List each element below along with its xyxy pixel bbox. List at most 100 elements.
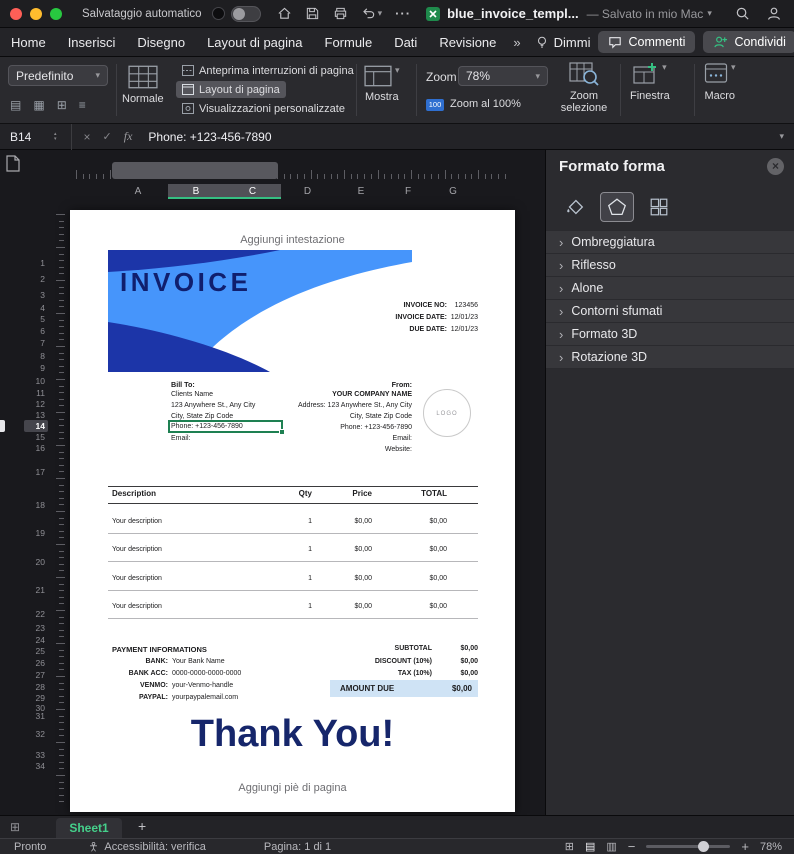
invoice-title[interactable]: INVOICE xyxy=(120,267,251,298)
invoice-meta-label[interactable]: DUE DATE: xyxy=(409,326,447,333)
item-description[interactable]: Your description xyxy=(112,546,162,553)
show-button[interactable]: ▾ Mostra xyxy=(364,65,400,103)
ribbon-tab-revisione[interactable]: Revisione xyxy=(428,28,507,57)
bill-to-line[interactable]: Clients Name xyxy=(171,391,213,398)
row-header-12[interactable]: 12 xyxy=(24,399,48,410)
row-header-24[interactable]: 24 xyxy=(24,634,48,646)
row-header-5[interactable]: 5 xyxy=(24,314,48,325)
cell-selection-border[interactable] xyxy=(168,420,283,433)
home-icon[interactable] xyxy=(277,6,292,21)
item-description[interactable]: Your description xyxy=(112,603,162,610)
total-label[interactable]: SUBTOTAL xyxy=(395,645,432,652)
row-header-11[interactable]: 11 xyxy=(24,388,48,399)
payment-label[interactable]: BANK: xyxy=(112,658,168,665)
cancel-entry-icon[interactable]: × xyxy=(84,130,91,144)
invoice-meta-value[interactable]: 12/01/23 xyxy=(451,314,478,321)
zoom-slider[interactable] xyxy=(646,845,730,848)
zoom-out-button[interactable]: − xyxy=(628,839,636,854)
from-line[interactable]: Website: xyxy=(385,446,412,453)
row-header-2[interactable]: 2 xyxy=(24,271,48,288)
custom-views-button[interactable]: Visualizzazioni personalizzate xyxy=(176,100,351,117)
ribbon-tab-dati[interactable]: Dati xyxy=(383,28,428,57)
view-normal-icon[interactable]: ⊞ xyxy=(565,840,574,853)
invoice-page[interactable]: Aggiungi intestazione INVOICE Bill To: P… xyxy=(70,210,515,812)
column-header-f[interactable]: F xyxy=(388,184,428,199)
panel-section-formato-3d[interactable]: ›Formato 3D xyxy=(546,323,794,346)
from-label[interactable]: From: xyxy=(392,380,412,389)
ribbon-tab-disegno[interactable]: Disegno xyxy=(126,28,196,57)
document-title[interactable]: blue_invoice_templ... xyxy=(447,6,579,21)
zoom-100-label[interactable]: Zoom al 100% xyxy=(450,98,521,110)
payment-label[interactable]: VENMO: xyxy=(112,682,168,689)
invoice-meta-value[interactable]: 12/01/23 xyxy=(451,326,478,333)
status-zoom-value[interactable]: 78% xyxy=(760,841,782,853)
ribbon-tab-layout-di-pagina[interactable]: Layout di pagina xyxy=(196,28,313,57)
item-total[interactable]: $0,00 xyxy=(429,603,447,610)
panel-section-rotazione-3d[interactable]: ›Rotazione 3D xyxy=(546,346,794,369)
panel-section-ombreggiatura[interactable]: ›Ombreggiatura xyxy=(546,231,794,254)
comments-button[interactable]: Commenti xyxy=(598,31,695,53)
payment-value[interactable]: 0000-0000-0000-0000 xyxy=(172,670,241,677)
row-header-8[interactable]: 8 xyxy=(24,350,48,362)
item-qty[interactable]: 1 xyxy=(308,575,312,582)
fullscreen-window-button[interactable] xyxy=(50,8,62,20)
row-header-33[interactable]: 33 xyxy=(24,749,48,761)
from-line[interactable]: Email: xyxy=(393,435,412,442)
bill-to-email[interactable]: Email: xyxy=(171,435,190,442)
item-qty[interactable]: 1 xyxy=(308,546,312,553)
table-header-qty[interactable]: Qty xyxy=(299,489,312,498)
total-value[interactable]: $0,00 xyxy=(460,645,478,652)
bill-to-line[interactable]: City, State Zip Code xyxy=(171,413,233,420)
search-icon[interactable] xyxy=(735,6,750,21)
total-label[interactable]: DISCOUNT (10%) xyxy=(375,658,432,665)
footer-placeholder[interactable]: Aggiungi piè di pagina xyxy=(70,782,515,794)
row-header-27[interactable]: 27 xyxy=(24,669,48,681)
column-header-g[interactable]: G xyxy=(428,184,478,199)
item-total[interactable]: $0,00 xyxy=(429,518,447,525)
confirm-entry-icon[interactable]: ✓ xyxy=(103,130,112,143)
add-sheet-button[interactable]: + xyxy=(138,818,146,834)
preset-views-dropdown[interactable]: Predefinito▾ xyxy=(8,65,108,86)
item-description[interactable]: Your description xyxy=(112,518,162,525)
minimize-window-button[interactable] xyxy=(30,8,42,20)
ribbon-tab-overflow-chevron[interactable]: » xyxy=(507,35,526,50)
normal-view-button[interactable]: Normale xyxy=(122,65,164,105)
save-icon[interactable] xyxy=(305,6,320,21)
invoice-meta-label[interactable]: INVOICE NO: xyxy=(403,302,447,309)
row-header-26[interactable]: 26 xyxy=(24,657,48,669)
formula-bar-content[interactable]: Phone: +123-456-7890 xyxy=(148,130,271,144)
row-header-4[interactable]: 4 xyxy=(24,302,48,314)
total-value[interactable]: $0,00 xyxy=(460,670,478,677)
row-header-17[interactable]: 17 xyxy=(24,453,48,491)
status-accessibility[interactable]: Accessibilità: verifica xyxy=(104,841,205,853)
amount-due-row[interactable]: AMOUNT DUE $0,00 xyxy=(330,680,478,697)
item-description[interactable]: Your description xyxy=(112,575,162,582)
formula-bar-expand-icon[interactable]: ▾ xyxy=(779,131,784,142)
row-header-7[interactable]: 7 xyxy=(24,337,48,350)
row-header-19[interactable]: 19 xyxy=(24,519,48,548)
page-break-preview-button[interactable]: Anteprima interruzioni di pagina xyxy=(176,62,360,79)
row-header-23[interactable]: 23 xyxy=(24,623,48,634)
from-line[interactable]: Phone: +123-456-7890 xyxy=(340,424,412,431)
row-header-16[interactable]: 16 xyxy=(24,443,48,453)
view-page-break-icon[interactable]: ▥ xyxy=(606,840,616,853)
grid-view-icon[interactable]: ⊞ xyxy=(57,99,67,111)
row-header-10[interactable]: 10 xyxy=(24,375,48,388)
panel-tab-size-properties[interactable] xyxy=(642,192,676,222)
zoom-to-selection-button[interactable]: Zoom selezione xyxy=(556,62,612,114)
from-company[interactable]: YOUR COMPANY NAME xyxy=(332,391,412,398)
macro-button[interactable]: ▾ Macro xyxy=(704,62,736,102)
payment-informations-title[interactable]: PAYMENT INFORMATIONS xyxy=(112,645,207,654)
row-header-1[interactable]: 1 xyxy=(24,255,48,271)
payment-value[interactable]: yourpaypalemail.com xyxy=(172,694,238,701)
table-header-description[interactable]: Description xyxy=(112,489,156,498)
column-header-d[interactable]: D xyxy=(281,184,334,199)
item-qty[interactable]: 1 xyxy=(308,603,312,610)
item-price[interactable]: $0,00 xyxy=(354,603,372,610)
row-header-22[interactable]: 22 xyxy=(24,605,48,623)
panel-section-alone[interactable]: ›Alone xyxy=(546,277,794,300)
panel-tab-effects[interactable] xyxy=(600,192,634,222)
panel-section-riflesso[interactable]: ›Riflesso xyxy=(546,254,794,277)
insert-function-icon[interactable]: fx xyxy=(124,129,133,144)
list-view-icon[interactable]: ≡ xyxy=(79,99,86,111)
